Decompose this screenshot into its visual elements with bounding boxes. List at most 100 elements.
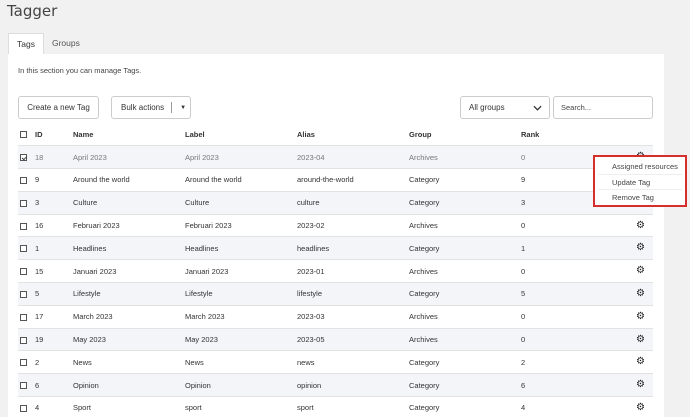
table-row[interactable]: 3CultureCulturecultureCategory3⚙	[18, 191, 653, 215]
gear-icon[interactable]: ⚙	[636, 380, 645, 390]
gear-icon[interactable]: ⚙	[636, 243, 645, 253]
row-select-cell	[18, 350, 35, 375]
caret-down-icon: ▼	[180, 104, 187, 111]
table-row[interactable]: 4 Sport sport sport Category 4 ⚙	[18, 396, 653, 417]
row-checkbox[interactable]	[20, 336, 27, 344]
row-select-cell	[18, 236, 35, 261]
table-row[interactable]: 15 Januari 2023 Januari 2023 2023-01 Archive…	[18, 259, 653, 284]
menu-item-update-tag[interactable]: Update Tag	[598, 175, 682, 190]
cell-rank: 6	[521, 373, 628, 398]
cell-label: Culture	[185, 191, 297, 215]
cell-id: 9	[35, 168, 73, 192]
row-checkbox[interactable]	[20, 359, 27, 367]
table-row[interactable]: 5 Lifestyle Lifestyle lifestyle Category 5 ⚙	[18, 282, 653, 306]
cell-rank: 2	[521, 350, 628, 375]
cell-alias: 2023-04	[297, 145, 409, 170]
column-header-group[interactable]: Group	[409, 123, 521, 147]
column-header-alias[interactable]: Alias	[297, 123, 409, 147]
cell-group: Archives	[409, 259, 521, 284]
bulk-actions-button[interactable]: Bulk actions ▼	[111, 96, 191, 119]
row-actions-cell: ⚙	[628, 350, 653, 375]
cell-group: Category	[409, 191, 521, 215]
column-header-id[interactable]: ID	[35, 123, 73, 147]
row-actions-cell: ⚙	[628, 236, 653, 261]
table-row[interactable]: 19 May 2023 May 2023 2023-05 Archives 0 ⚙	[18, 328, 653, 352]
row-context-menu: Assigned resources Update Tag Remove Tag	[593, 155, 687, 207]
table-row[interactable]: 18April 2023April 20232023-04Archives0⚙	[18, 145, 653, 170]
row-checkbox[interactable]	[20, 290, 27, 298]
cell-name: March 2023	[73, 305, 185, 329]
column-header-name[interactable]: Name	[73, 123, 185, 147]
column-header-label[interactable]: Label	[185, 123, 297, 147]
bulk-actions-divider	[171, 102, 173, 113]
row-checkbox[interactable]	[20, 268, 27, 276]
chevron-down-icon	[533, 105, 542, 111]
row-actions-cell: ⚙	[628, 282, 653, 306]
row-checkbox[interactable]	[20, 199, 27, 207]
group-filter-value: All groups	[469, 103, 505, 112]
gear-icon[interactable]: ⚙	[636, 266, 645, 276]
gear-icon[interactable]: ⚙	[636, 334, 645, 345]
gear-icon[interactable]: ⚙	[636, 402, 645, 413]
row-select-cell	[18, 145, 35, 170]
table-row[interactable]: 17 March 2023 March 2023 2023-03 Archives 0 ⚙	[18, 305, 653, 329]
tab-groups[interactable]: Groups	[44, 33, 88, 55]
gear-icon[interactable]: ⚙	[636, 220, 645, 231]
create-tag-button[interactable]: Create a new Tag	[18, 96, 99, 119]
cell-alias: sport	[297, 396, 409, 417]
cell-label: News	[185, 350, 297, 375]
cell-id: 18	[35, 145, 73, 170]
menu-item-assigned-resources[interactable]: Assigned resources	[598, 159, 682, 175]
cell-id: 4	[35, 396, 73, 417]
row-select-cell	[18, 396, 35, 417]
row-checkbox[interactable]	[20, 404, 27, 412]
table-row[interactable]: 6 Opinion Opinion opinion Category 6 ⚙	[18, 373, 653, 398]
cell-alias: news	[297, 350, 409, 375]
cell-group: Archives	[409, 328, 521, 352]
row-actions-cell: ⚙	[628, 328, 653, 352]
row-checkbox[interactable]	[20, 245, 27, 253]
cell-name: Headlines	[73, 236, 185, 261]
gear-icon[interactable]: ⚙	[636, 357, 645, 367]
tab-tags[interactable]: Tags	[8, 33, 44, 55]
row-checkbox[interactable]	[20, 154, 27, 162]
table-row[interactable]: 9 Around the world Around the world around-…	[18, 168, 653, 192]
cell-label: March 2023	[185, 305, 297, 329]
table-row[interactable]: 2 News News news Category 2 ⚙	[18, 350, 653, 375]
gear-icon[interactable]: ⚙	[636, 311, 645, 322]
table-row[interactable]: 1 Headlines Headlines headlines Category 1 ⚙	[18, 236, 653, 261]
cell-label: Around the world	[185, 168, 297, 192]
column-header-actions	[628, 123, 653, 147]
menu-item-remove-tag[interactable]: Remove Tag	[598, 190, 682, 206]
cell-id: 6	[35, 373, 73, 398]
cell-alias: opinion	[297, 373, 409, 398]
cell-name: Opinion	[73, 373, 185, 398]
row-checkbox[interactable]	[20, 313, 27, 321]
row-select-cell	[18, 328, 35, 352]
cell-group: Category	[409, 396, 521, 417]
tab-bar: Tags Groups	[8, 33, 88, 55]
cell-rank: 0	[521, 305, 628, 329]
cell-id: 5	[35, 282, 73, 306]
cell-group: Archives	[409, 145, 521, 170]
cell-label: Lifestyle	[185, 282, 297, 306]
row-checkbox[interactable]	[20, 177, 27, 184]
cell-name: Around the world	[73, 168, 185, 192]
row-checkbox[interactable]	[20, 382, 27, 390]
select-all-checkbox[interactable]	[20, 131, 27, 139]
search-input[interactable]	[553, 96, 653, 119]
column-header-rank[interactable]: Rank	[521, 123, 628, 147]
cell-rank: 4	[521, 396, 628, 417]
table-row[interactable]: 16 Februari 2023 Februari 2023 2023-02 Archi…	[18, 214, 653, 238]
cell-label: Februari 2023	[185, 214, 297, 238]
row-checkbox[interactable]	[20, 222, 27, 230]
cell-label: May 2023	[185, 328, 297, 352]
row-select-cell	[18, 168, 35, 192]
cell-rank: 1	[521, 236, 628, 261]
cell-alias: lifestyle	[297, 282, 409, 306]
cell-name: Lifestyle	[73, 282, 185, 306]
cell-alias: culture	[297, 191, 409, 215]
gear-icon[interactable]: ⚙	[636, 288, 645, 299]
group-filter-select[interactable]: All groups	[460, 96, 550, 119]
cell-id: 16	[35, 214, 73, 238]
